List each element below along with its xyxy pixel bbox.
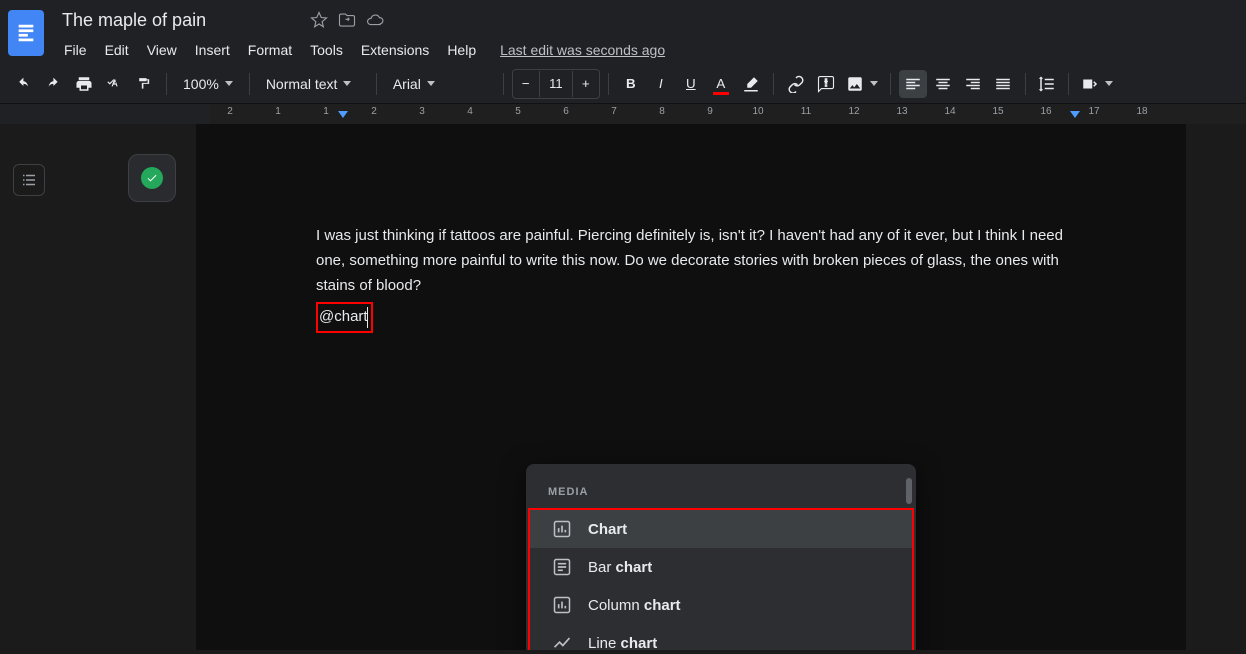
star-icon[interactable] bbox=[310, 11, 328, 29]
doc-icon bbox=[552, 557, 572, 577]
menu-file[interactable]: File bbox=[56, 38, 95, 62]
font-size-group: − + bbox=[512, 69, 600, 99]
ruler-tick: 2 bbox=[371, 106, 377, 117]
popup-option-column-chart[interactable]: Column chart bbox=[530, 586, 912, 624]
bar-chart-icon bbox=[552, 519, 572, 539]
line-chart-icon bbox=[552, 633, 572, 650]
italic-button[interactable]: I bbox=[647, 70, 675, 98]
last-edit-link[interactable]: Last edit was seconds ago bbox=[500, 42, 665, 58]
ruler-tick: 6 bbox=[563, 106, 569, 117]
move-icon[interactable] bbox=[338, 11, 356, 29]
spellcheck-button[interactable] bbox=[100, 70, 128, 98]
menu-bar: File Edit View Insert Format Tools Exten… bbox=[56, 36, 1236, 64]
popup-section-media-label: MEDIA bbox=[526, 482, 916, 508]
redo-button[interactable] bbox=[40, 70, 68, 98]
line-spacing-dropdown[interactable] bbox=[1034, 70, 1060, 98]
zoom-dropdown[interactable]: 100% bbox=[175, 70, 241, 98]
mention-chip[interactable]: @chart bbox=[316, 302, 373, 333]
menu-tools[interactable]: Tools bbox=[302, 38, 351, 62]
document-page[interactable]: I was just thinking if tattoos are painf… bbox=[196, 124, 1186, 650]
ruler[interactable]: 21123456789101112131415161718 bbox=[0, 104, 1246, 124]
paragraph-style-dropdown[interactable]: Normal text bbox=[258, 70, 368, 98]
title-bar: File Edit View Insert Format Tools Exten… bbox=[0, 0, 1246, 64]
align-center-button[interactable] bbox=[929, 70, 957, 98]
ruler-tick: 12 bbox=[848, 106, 859, 117]
align-justify-button[interactable] bbox=[989, 70, 1017, 98]
caret-down-icon bbox=[427, 81, 435, 86]
ruler-tick: 15 bbox=[992, 106, 1003, 117]
menu-format[interactable]: Format bbox=[240, 38, 300, 62]
bar-chart-icon bbox=[552, 595, 572, 615]
paint-format-button[interactable] bbox=[130, 70, 158, 98]
ruler-tick: 4 bbox=[467, 106, 473, 117]
highlight-color-button[interactable] bbox=[737, 70, 765, 98]
ruler-tick: 1 bbox=[323, 106, 329, 117]
font-dropdown[interactable]: Arial bbox=[385, 70, 495, 98]
menu-help[interactable]: Help bbox=[439, 38, 484, 62]
status-ok-pill[interactable] bbox=[128, 154, 176, 202]
toolbar: 100% Normal text Arial − + B I U A bbox=[0, 64, 1246, 104]
workspace: I was just thinking if tattoos are painf… bbox=[0, 124, 1246, 650]
caret-down-icon bbox=[1105, 81, 1113, 86]
menu-view[interactable]: View bbox=[139, 38, 185, 62]
more-toolbar-dropdown[interactable] bbox=[1077, 70, 1117, 98]
insert-comment-button[interactable] bbox=[812, 70, 840, 98]
popup-option-chart[interactable]: Chart bbox=[530, 510, 912, 548]
undo-button[interactable] bbox=[10, 70, 38, 98]
right-margin-marker[interactable] bbox=[1070, 111, 1080, 118]
ruler-tick: 14 bbox=[944, 106, 955, 117]
ruler-tick: 5 bbox=[515, 106, 521, 117]
ruler-tick: 1 bbox=[275, 106, 281, 117]
font-size-increase-button[interactable]: + bbox=[573, 70, 599, 98]
body-text[interactable]: I was just thinking if tattoos are painf… bbox=[316, 224, 1066, 333]
check-icon bbox=[141, 167, 163, 189]
popup-option-line-chart[interactable]: Line chart bbox=[530, 624, 912, 650]
ruler-tick: 18 bbox=[1136, 106, 1147, 117]
ruler-tick: 17 bbox=[1088, 106, 1099, 117]
ruler-tick: 16 bbox=[1040, 106, 1051, 117]
bold-button[interactable]: B bbox=[617, 70, 645, 98]
popup-scrollbar[interactable] bbox=[906, 478, 912, 504]
text-color-button[interactable]: A bbox=[707, 70, 735, 98]
mention-popup: MEDIA Chart Bar chart Column chart bbox=[526, 464, 916, 650]
ruler-tick: 8 bbox=[659, 106, 665, 117]
ruler-tick: 9 bbox=[707, 106, 713, 117]
caret-down-icon bbox=[343, 81, 351, 86]
indent-marker[interactable] bbox=[338, 111, 348, 118]
cloud-status-icon[interactable] bbox=[366, 11, 384, 29]
insert-image-dropdown[interactable] bbox=[842, 70, 882, 98]
print-button[interactable] bbox=[70, 70, 98, 98]
menu-insert[interactable]: Insert bbox=[187, 38, 238, 62]
menu-extensions[interactable]: Extensions bbox=[353, 38, 437, 62]
underline-button[interactable]: U bbox=[677, 70, 705, 98]
ruler-tick: 10 bbox=[752, 106, 763, 117]
insert-link-button[interactable] bbox=[782, 70, 810, 98]
font-size-decrease-button[interactable]: − bbox=[513, 70, 539, 98]
menu-edit[interactable]: Edit bbox=[97, 38, 137, 62]
caret-down-icon bbox=[225, 81, 233, 86]
outline-toggle-button[interactable] bbox=[13, 164, 45, 196]
popup-option-bar-chart[interactable]: Bar chart bbox=[530, 548, 912, 586]
align-right-button[interactable] bbox=[959, 70, 987, 98]
ruler-tick: 7 bbox=[611, 106, 617, 117]
ruler-tick: 13 bbox=[896, 106, 907, 117]
document-title-input[interactable] bbox=[56, 8, 300, 33]
ruler-tick: 2 bbox=[227, 106, 233, 117]
ruler-tick: 11 bbox=[801, 106, 811, 117]
align-left-button[interactable] bbox=[899, 70, 927, 98]
media-options-highlight: Chart Bar chart Column chart Line c bbox=[528, 508, 914, 650]
caret-down-icon bbox=[870, 81, 878, 86]
ruler-tick: 3 bbox=[419, 106, 425, 117]
docs-app-icon[interactable] bbox=[8, 10, 44, 56]
font-size-input[interactable] bbox=[539, 71, 573, 97]
